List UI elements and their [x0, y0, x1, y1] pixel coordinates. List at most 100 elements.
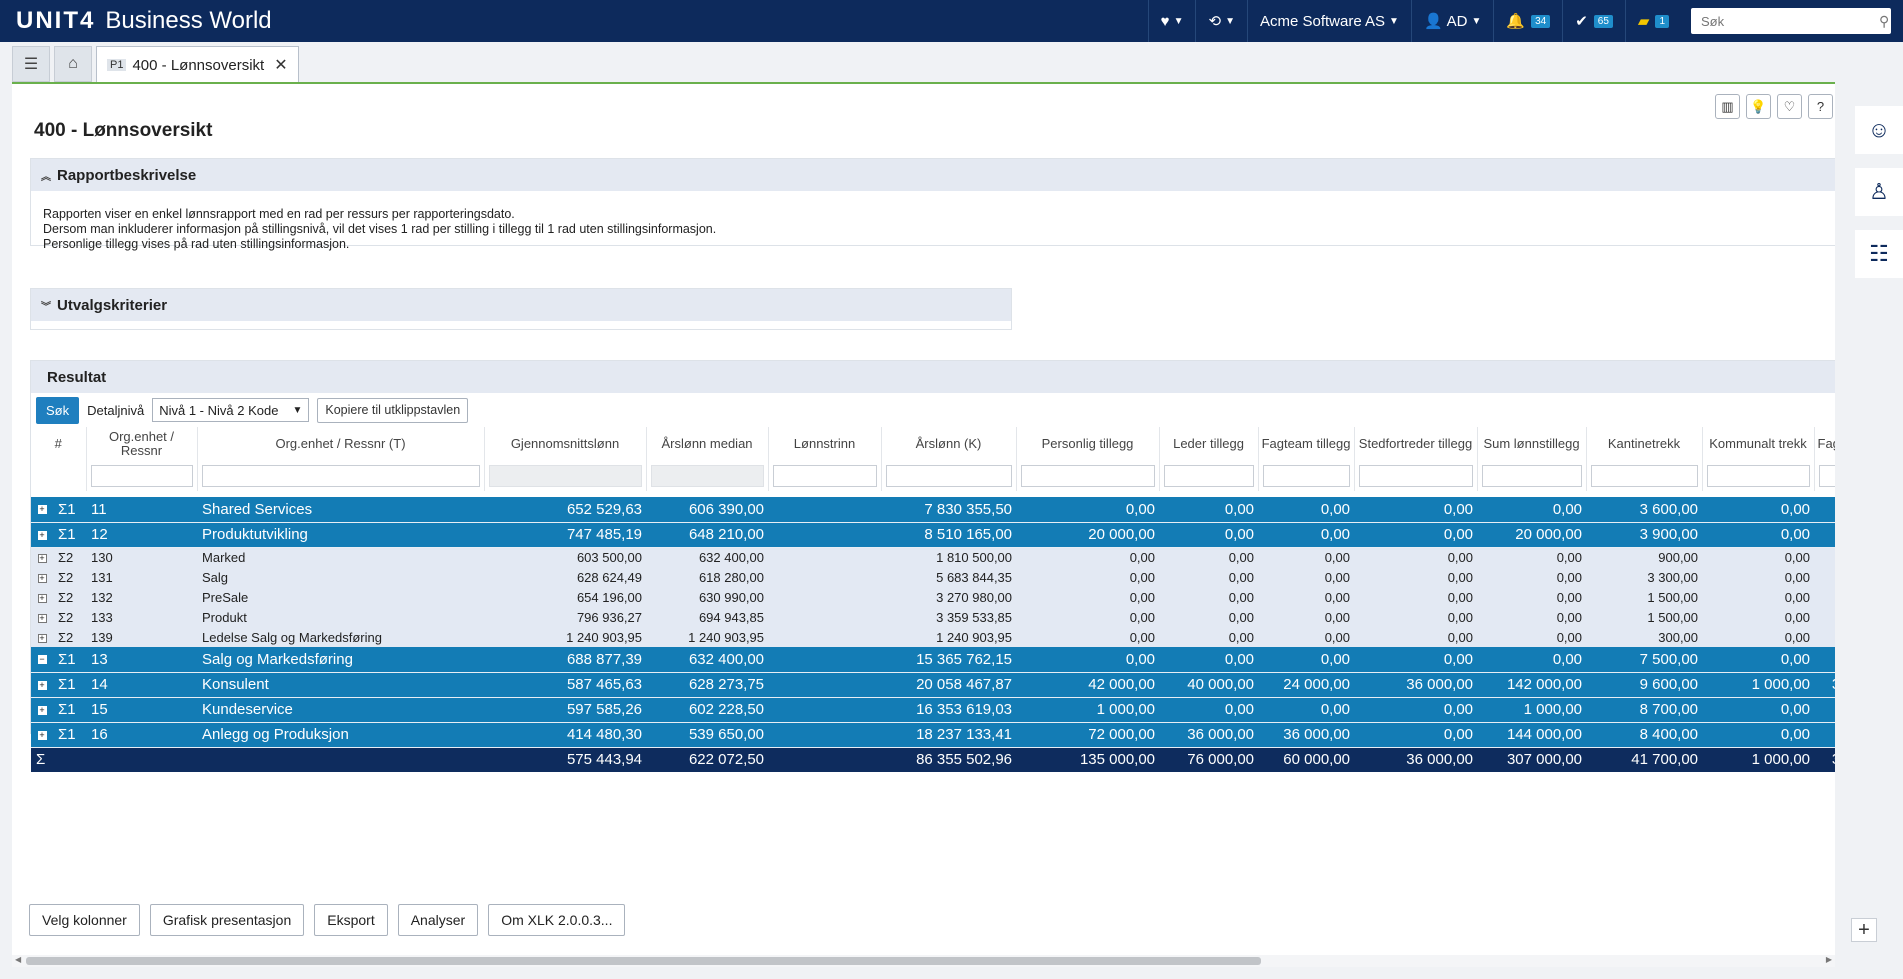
filter-input[interactable] [1706, 465, 1810, 487]
org-code: 132 [86, 587, 198, 607]
choose-columns-button[interactable]: Velg kolonner [29, 904, 140, 936]
tasklist-icon[interactable]: ☷ [1855, 230, 1903, 278]
cell-median: 539 650,00 [646, 722, 769, 748]
cell-canteen: 1 500,00 [1586, 607, 1703, 627]
col-header-yearly-salary[interactable]: Årslønn (K) [881, 427, 1017, 461]
app-logo[interactable]: UNIT4 Business World [16, 7, 272, 35]
help-icon[interactable]: ? [1808, 94, 1833, 119]
search-input[interactable] [1699, 12, 1879, 30]
col-header-org-ressnr[interactable]: Org.enhet / Ressnr [86, 427, 198, 461]
filter-input[interactable] [885, 465, 1012, 487]
expand-toggle-icon[interactable]: + [31, 567, 53, 587]
home-button[interactable]: ⌂ [54, 46, 92, 82]
cell-yearly: 3 270 980,00 [881, 587, 1017, 607]
table-row[interactable]: + Σ2 133 Produkt 796 936,27 694 943,85 3 359 5… [31, 607, 1835, 627]
expand-toggle-icon[interactable]: + [31, 722, 53, 748]
table-row[interactable]: + Σ2 132 PreSale 654 196,00 630 990,00 3 270 9… [31, 587, 1835, 607]
expand-toggle-icon[interactable]: + [31, 672, 53, 698]
lightbulb-icon[interactable]: 💡 [1746, 94, 1771, 119]
table-row[interactable]: + Σ1 15 Kundeservice 597 585,26 602 228,50 16 … [31, 697, 1835, 723]
export-button[interactable]: Eksport [314, 904, 388, 936]
history-menu[interactable]: ⟲ ▼ [1195, 0, 1246, 42]
filter-input[interactable] [1590, 465, 1698, 487]
graphic-presentation-button[interactable]: Grafisk presentasjon [149, 904, 305, 936]
search-icon[interactable]: ⚲ [1879, 13, 1889, 30]
col-header-index[interactable]: # [31, 427, 87, 461]
table-row[interactable]: + Σ2 130 Marked 603 500,00 632 400,00 1 810 50… [31, 547, 1835, 567]
org-code: 12 [86, 522, 198, 548]
col-header-deputy-supplement[interactable]: Stedfortreder tillegg [1354, 427, 1478, 461]
copy-to-clipboard-button[interactable]: Kopiere til utklippstavlen [317, 397, 469, 423]
expand-toggle-icon[interactable]: + [31, 607, 53, 627]
bottom-toolbar: Velg kolonner Grafisk presentasjon Ekspo… [29, 904, 626, 936]
filter-input-disabled [488, 465, 642, 487]
messages-button[interactable]: ▰ 1 [1624, 0, 1681, 42]
col-header-sum-supplement[interactable]: Sum lønnstillegg [1477, 427, 1587, 461]
table-row[interactable]: + Σ2 139 Ledelse Salg og Markedsføring 1 240… [31, 627, 1835, 647]
filter-input[interactable] [1818, 465, 1835, 487]
cell-avg: 414 480,30 [484, 722, 647, 748]
filter-input[interactable] [1020, 465, 1155, 487]
expand-toggle-icon[interactable]: + [31, 627, 53, 647]
table-row[interactable]: + Σ1 12 Produktutvikling 747 485,19 648 210,0… [31, 522, 1835, 548]
filter-input[interactable] [1358, 465, 1473, 487]
col-header-municipal[interactable]: Kommunalt trekk [1702, 427, 1815, 461]
product-name: Business World [105, 7, 272, 34]
filter-input[interactable] [90, 465, 193, 487]
filter-input[interactable] [1481, 465, 1582, 487]
table-row[interactable]: + Σ1 14 Konsulent 587 465,63 628 273,75 20 058… [31, 672, 1835, 698]
scroll-left-icon[interactable]: ◀ [15, 955, 21, 964]
cell-team: 0,00 [1258, 697, 1355, 723]
scrollbar-thumb[interactable] [26, 957, 1261, 965]
col-header-org-ressnr-t[interactable]: Org.enhet / Ressnr (T) [197, 427, 485, 461]
filter-input[interactable] [772, 465, 877, 487]
expand-toggle-icon[interactable]: + [31, 697, 53, 723]
menu-list-button[interactable]: ☰ [12, 46, 50, 82]
expand-toggle-icon[interactable]: + [31, 547, 53, 567]
col-header-average-salary[interactable]: Gjennomsnittslønn [484, 427, 647, 461]
col-header-personal-supplement[interactable]: Personlig tillegg [1016, 427, 1160, 461]
table-row[interactable]: + Σ1 16 Anlegg og Produksjon 414 480,30 539 6… [31, 722, 1835, 748]
company-selector[interactable]: Acme Software AS ▼ [1246, 0, 1411, 42]
filter-input[interactable] [201, 465, 480, 487]
table-row[interactable]: + Σ2 131 Salg 628 624,49 618 280,00 5 683 844,… [31, 567, 1835, 587]
notifications-button[interactable]: 🔔 34 [1493, 0, 1562, 42]
report-description-header[interactable]: ︽ Rapportbeskrivelse [31, 159, 1835, 191]
favorites-menu[interactable]: ♥ ▼ [1147, 0, 1196, 42]
feedback-smiley-icon[interactable]: ☺ [1855, 106, 1903, 154]
analyse-button[interactable]: Analyser [397, 904, 479, 936]
cell-canteen: 7 500,00 [1586, 647, 1703, 673]
col-header-team-supplement[interactable]: Fagteam tillegg [1258, 427, 1355, 461]
tasks-button[interactable]: ✔ 65 [1562, 0, 1625, 42]
person-icon[interactable]: ♙ [1855, 168, 1903, 216]
col-header-canteen[interactable]: Kantinetrekk [1586, 427, 1703, 461]
filter-input[interactable] [1262, 465, 1350, 487]
expand-toggle-icon[interactable]: + [31, 587, 53, 607]
col-header-leader-supplement[interactable]: Leder tillegg [1159, 427, 1259, 461]
split-view-icon[interactable]: ▥ [1715, 94, 1740, 119]
expand-toggle-icon[interactable]: + [31, 522, 53, 548]
tab-lonnsoversikt[interactable]: P1 400 - Lønnsoversikt ✕ [96, 46, 299, 83]
criteria-header[interactable]: ︾ Utvalgskriterier [31, 289, 1011, 321]
total-row: Σ 575 443,94 622 072,50 86 355 502,96 135 00… [31, 747, 1835, 772]
about-button[interactable]: Om XLK 2.0.0.3... [488, 904, 626, 936]
filter-input[interactable] [1163, 465, 1254, 487]
table-row[interactable]: − Σ1 13 Salg og Markedsføring 688 877,39 632 … [31, 647, 1835, 673]
user-menu[interactable]: 👤 AD ▼ [1410, 0, 1493, 42]
search-button[interactable]: Søk [36, 396, 80, 424]
detail-level-select[interactable]: Nivå 1 - Nivå 2 Kode ▼ [152, 398, 310, 422]
col-header-union[interactable]: Fagforen [1814, 427, 1835, 461]
scroll-right-icon[interactable]: ▶ [1826, 955, 1832, 964]
add-icon[interactable]: + [1851, 918, 1877, 942]
cell-sum: 0,00 [1477, 497, 1587, 523]
horizontal-scrollbar[interactable]: ◀ ▶ [12, 955, 1835, 967]
expand-toggle-icon[interactable]: − [31, 647, 53, 673]
close-icon[interactable]: ✕ [274, 55, 287, 75]
expand-toggle-icon[interactable]: + [31, 497, 53, 523]
global-search[interactable]: ⚲ [1691, 8, 1891, 34]
cell-step [768, 697, 882, 723]
col-header-median[interactable]: Årslønn median [646, 427, 769, 461]
favorite-heart-icon[interactable]: ♡ [1777, 94, 1802, 119]
table-row[interactable]: + Σ1 11 Shared Services 652 529,63 606 390,00… [31, 497, 1835, 523]
col-header-salary-step[interactable]: Lønnstrinn [768, 427, 882, 461]
